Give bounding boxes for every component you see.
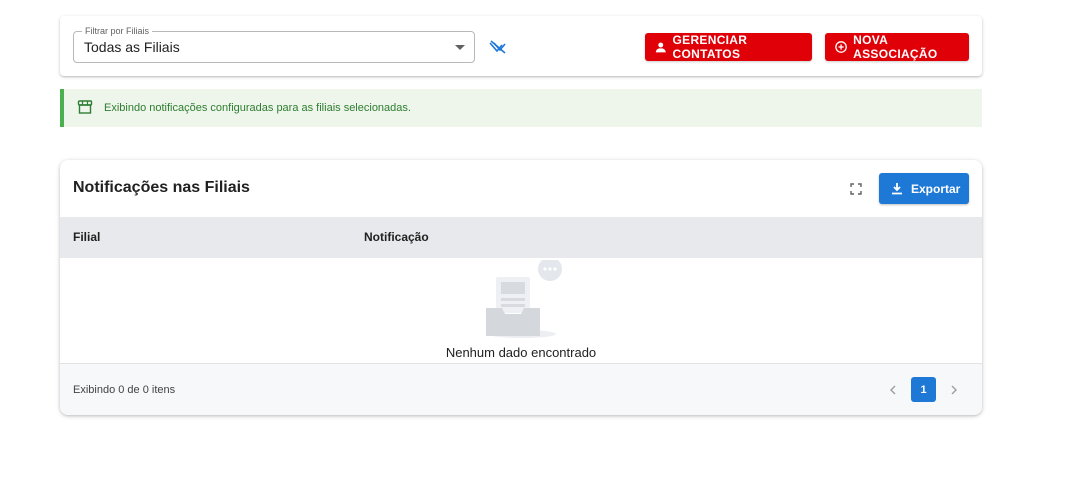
caret-down-icon [455,45,465,50]
previous-page-button[interactable] [884,381,902,399]
page-button-current[interactable]: 1 [911,377,936,402]
items-count-text: Exibindo 0 de 0 itens [73,384,176,396]
branch-filter-value: Todas as Filiais [84,39,180,55]
fullscreen-button[interactable] [847,180,865,198]
store-icon [77,99,95,117]
column-header-filial[interactable]: Filial [73,230,100,244]
table-footer: Exibindo 0 de 0 itens 1 [60,363,982,415]
branch-filter-select[interactable]: Filtrar por Filiais Todas as Filiais [73,25,475,63]
person-icon [655,42,666,52]
alert-text: Exibindo notificações configuradas para … [104,102,411,114]
new-association-button[interactable]: NOVA ASSOCIAÇÃO [825,33,969,61]
next-page-button[interactable] [945,381,963,399]
empty-inbox-icon [486,260,562,338]
manage-contacts-label: GERENCIAR CONTATOS [672,33,748,61]
filter-off-icon [489,40,506,54]
download-icon [892,183,902,195]
empty-state-text: Nenhum dado encontrado [445,345,597,360]
export-label: Exportar [911,181,961,196]
table-header: Filial Notificação [60,217,982,258]
fullscreen-icon [850,183,862,195]
clear-filter-button[interactable] [485,36,511,58]
export-button[interactable]: Exportar [879,173,969,204]
info-alert: Exibindo notificações configuradas para … [60,89,982,127]
manage-contacts-button[interactable]: GERENCIAR CONTATOS [645,33,812,61]
table-title: Notificações nas Filiais [73,179,250,196]
add-circle-icon [835,41,847,53]
branch-filter-legend: Filtrar por Filiais [82,25,153,37]
notifications-table-card: Notificações nas Filiais Exportar Filial… [60,160,982,415]
empty-state: Nenhum dado encontrado [60,258,982,363]
new-association-label: NOVA ASSOCIAÇÃO [853,33,938,61]
column-header-notificacao[interactable]: Notificação [364,230,429,244]
chevron-left-icon [890,385,896,395]
chevron-right-icon [951,385,957,395]
filter-card: Filtrar por Filiais Todas as Filiais GER… [60,16,982,76]
